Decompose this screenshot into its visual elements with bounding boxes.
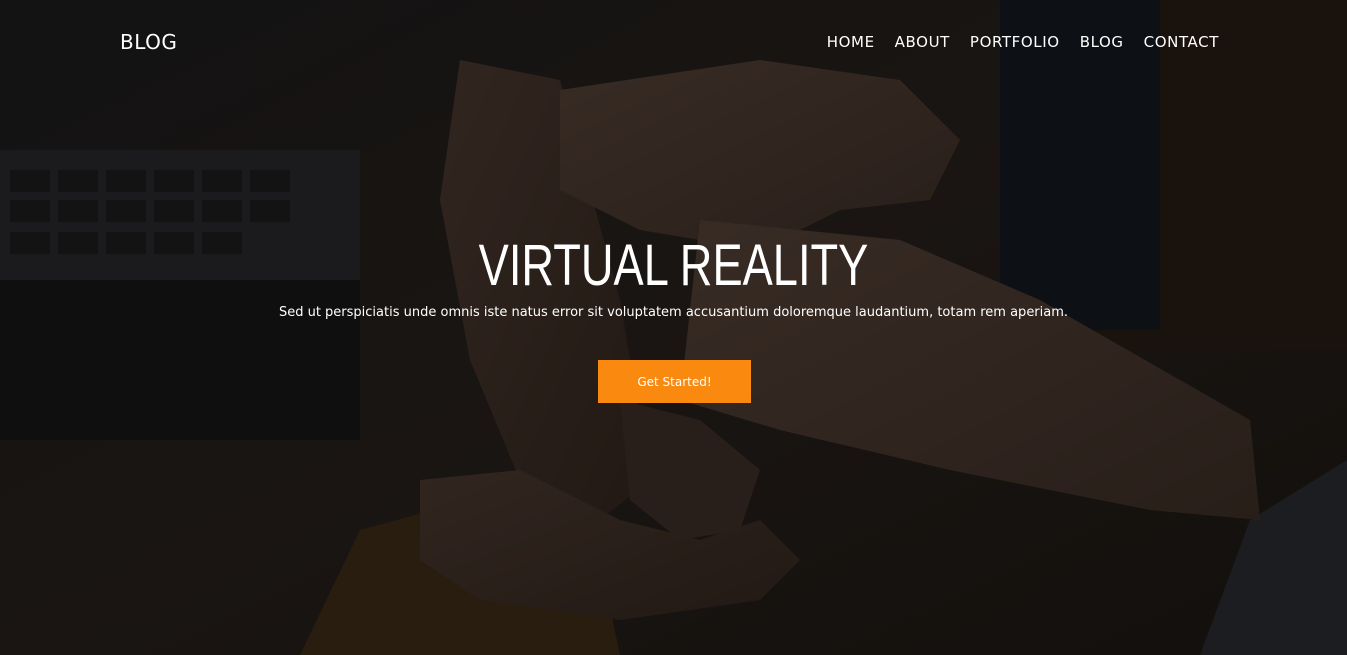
get-started-button[interactable]: Get Started! xyxy=(598,360,751,403)
hero-title: VIRTUAL REALITY xyxy=(478,233,869,298)
nav-item-contact: CONTACT xyxy=(1144,32,1219,51)
nav-item-home: HOME xyxy=(827,32,875,51)
main-nav: HOME ABOUT PORTFOLIO BLOG CONTACT xyxy=(827,32,1219,51)
nav-link-home[interactable]: HOME xyxy=(827,33,875,51)
hero-section: BLOG HOME ABOUT PORTFOLIO BLOG CONTACT V… xyxy=(0,0,1347,655)
nav-link-contact[interactable]: CONTACT xyxy=(1144,33,1219,51)
nav-link-portfolio[interactable]: PORTFOLIO xyxy=(970,33,1060,51)
hero-subtitle: Sed ut perspiciatis unde omnis iste natu… xyxy=(278,305,1069,320)
nav-link-blog[interactable]: BLOG xyxy=(1080,33,1124,51)
nav-link-about[interactable]: ABOUT xyxy=(895,33,950,51)
nav-item-blog: BLOG xyxy=(1080,32,1124,51)
nav-item-portfolio: PORTFOLIO xyxy=(970,32,1060,51)
nav-item-about: ABOUT xyxy=(895,32,950,51)
site-logo[interactable]: BLOG xyxy=(120,30,177,54)
hero-overlay xyxy=(0,0,1347,655)
